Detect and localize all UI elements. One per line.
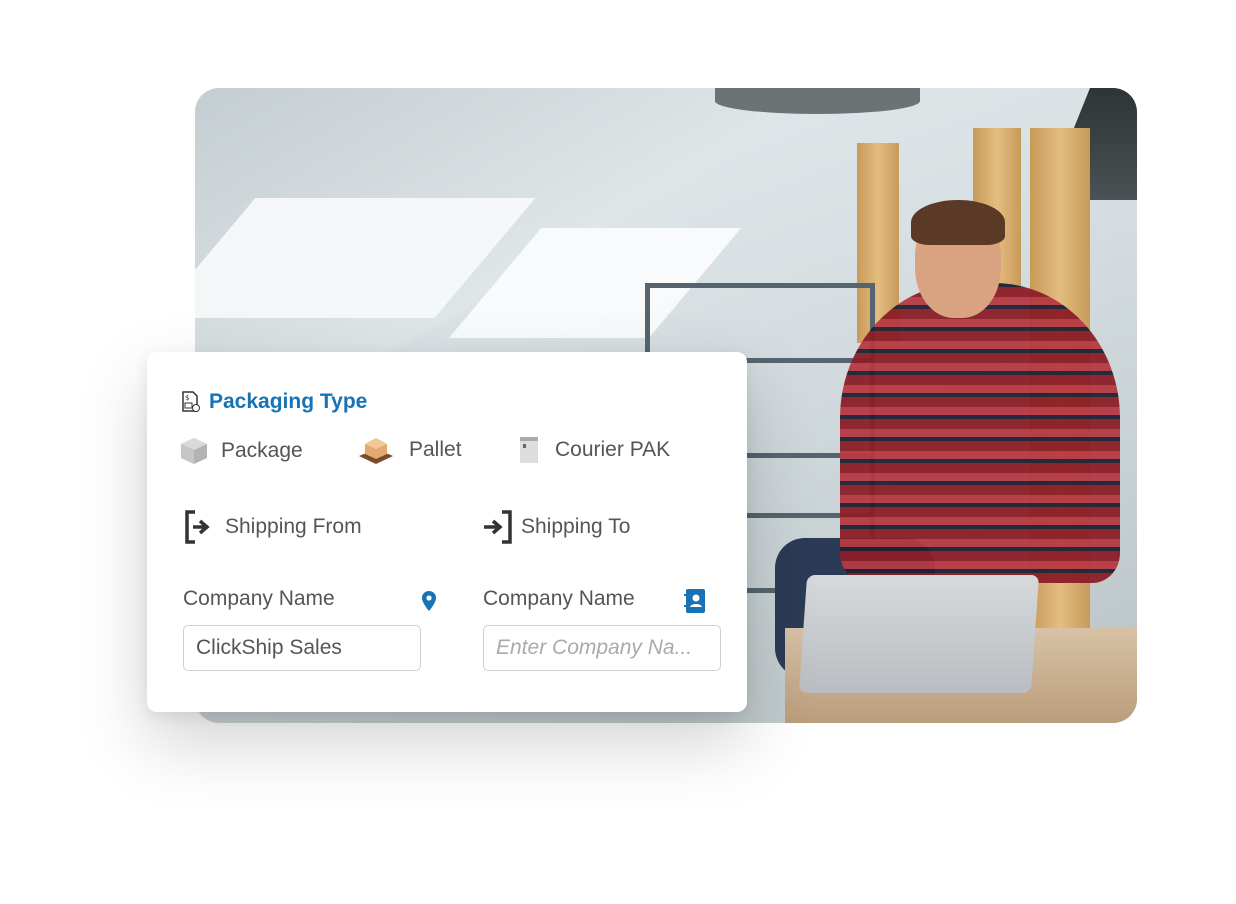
pallet-icon	[359, 438, 393, 464]
from-company-input[interactable]	[183, 625, 421, 671]
section-title: Packaging Type	[209, 390, 368, 413]
box-icon	[181, 438, 207, 464]
sign-in-icon	[484, 510, 512, 544]
sign-out-icon	[185, 510, 210, 544]
shipping-form-card: $ Packaging Type Package Pallet Courier …	[147, 352, 747, 712]
location-pin-icon[interactable]	[420, 590, 438, 612]
packaging-option-package[interactable]: Package	[179, 436, 303, 466]
shipping-from-heading: Shipping From	[185, 510, 362, 544]
person	[840, 283, 1120, 583]
packaging-option-courier-pak[interactable]: Courier PAK	[519, 436, 670, 464]
address-book-icon[interactable]	[684, 588, 706, 614]
shipping-to-heading: Shipping To	[483, 510, 630, 544]
packaging-option-pallet[interactable]: Pallet	[355, 434, 462, 466]
invoice-icon: $	[182, 391, 200, 412]
svg-text:$: $	[185, 394, 189, 402]
ceiling-lamp	[715, 88, 920, 114]
packaging-type-heading: $ Packaging Type	[181, 390, 367, 414]
laptop	[798, 575, 1040, 693]
to-company-label: Company Name	[483, 587, 635, 610]
from-company-label: Company Name	[183, 587, 335, 610]
to-company-input[interactable]	[483, 625, 721, 671]
courier-pak-icon	[520, 437, 538, 463]
